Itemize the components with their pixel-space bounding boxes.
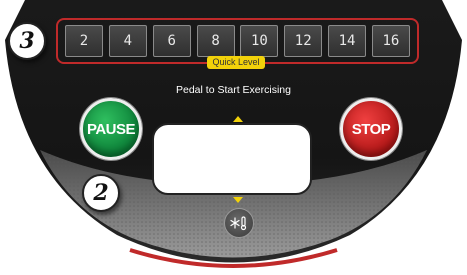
level-up-arrow-icon[interactable] [233,116,243,122]
callout-2: 2 [82,174,120,212]
level-down-arrow-icon[interactable] [233,197,243,203]
quick-level-10-button[interactable]: 10 [240,25,279,57]
instruction-text: Pedal to Start Exercising [176,84,291,96]
quick-level-16-button[interactable]: 16 [371,25,410,57]
display-window [152,123,312,195]
quick-level-4-button[interactable]: 4 [108,25,147,57]
quick-level-6-button[interactable]: 6 [152,25,191,57]
quick-level-14-button[interactable]: 14 [328,25,367,57]
fan-button[interactable] [224,208,254,238]
callout-3: 3 [8,22,46,60]
stop-button[interactable]: STOP [340,98,402,160]
quick-level-label: Quick Level [207,56,265,69]
console-panel: 2 4 6 8 10 12 14 16 Quick Level 3 2 Peda… [0,0,467,275]
fan-icon [230,216,247,231]
quick-level-8-button[interactable]: 8 [196,25,235,57]
quick-level-12-button[interactable]: 12 [284,25,323,57]
pause-button[interactable]: PAUSE [80,98,142,160]
quick-level-2-button[interactable]: 2 [65,25,103,57]
